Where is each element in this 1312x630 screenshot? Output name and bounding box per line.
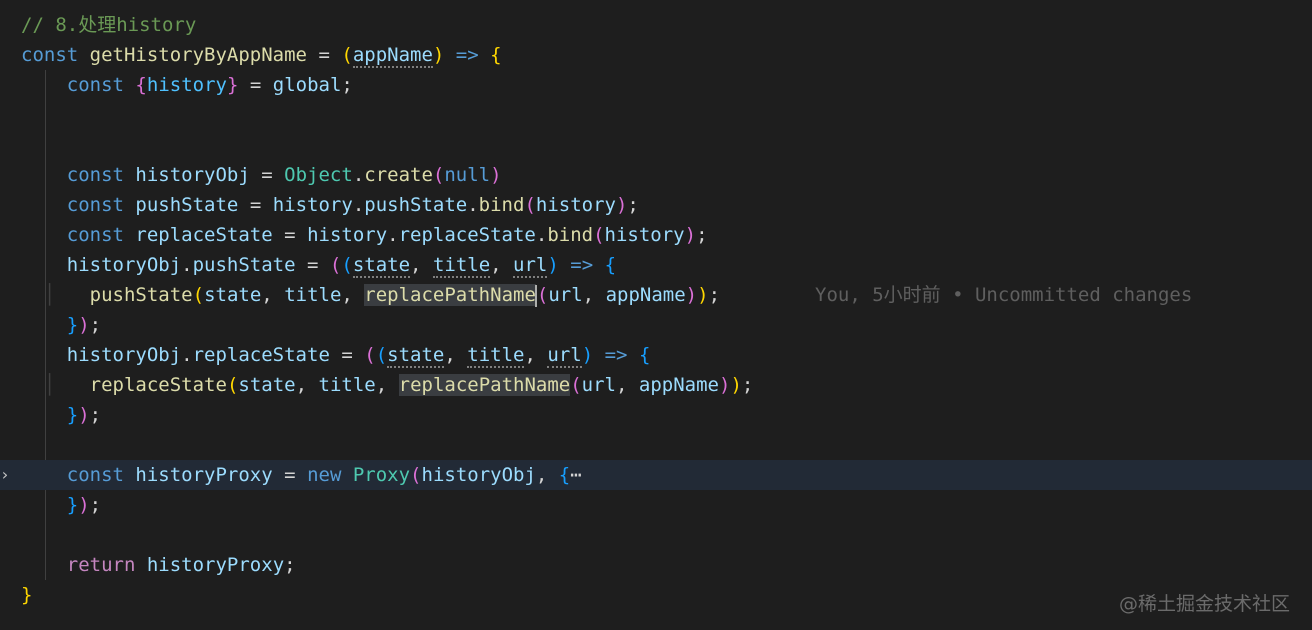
function-call-highlighted: replacePathName bbox=[364, 284, 536, 306]
code-line-11[interactable]: }); bbox=[0, 310, 1312, 340]
function-call: pushState bbox=[89, 284, 193, 306]
keyword: const bbox=[66, 74, 124, 96]
keyword: null bbox=[444, 164, 491, 186]
code-line-20[interactable]: } bbox=[0, 580, 1312, 610]
function-name: getHistoryByAppName bbox=[89, 44, 307, 66]
class-name: Object bbox=[284, 164, 353, 186]
code-line-12[interactable]: historyObj.replaceState = ((state, title… bbox=[0, 340, 1312, 370]
variable: appName bbox=[605, 284, 686, 306]
variable: state bbox=[204, 284, 262, 306]
property: replaceState bbox=[192, 344, 330, 366]
code-line-1[interactable]: // 8.处理history bbox=[0, 10, 1312, 40]
variable: state bbox=[238, 374, 296, 396]
param: appName bbox=[352, 44, 433, 68]
code-line-10[interactable]: │ pushState(state, title, replacePathNam… bbox=[0, 280, 1312, 310]
param: url bbox=[547, 344, 582, 368]
variable: historyObj bbox=[66, 344, 182, 366]
method: bind bbox=[478, 194, 525, 216]
variable: title bbox=[318, 374, 376, 396]
variable: global bbox=[272, 74, 342, 96]
variable: historyProxy bbox=[146, 554, 285, 576]
code-line-19[interactable]: return historyProxy; bbox=[0, 550, 1312, 580]
param: title bbox=[467, 344, 525, 368]
variable: history bbox=[604, 224, 685, 246]
code-line-14[interactable]: }); bbox=[0, 400, 1312, 430]
variable: historyProxy bbox=[135, 464, 273, 486]
class-name: Proxy bbox=[352, 464, 411, 486]
variable: url bbox=[581, 374, 616, 396]
variable: history bbox=[146, 74, 227, 96]
code-line-17[interactable]: }); bbox=[0, 490, 1312, 520]
code-editor[interactable]: // 8.处理history const getHistoryByAppName… bbox=[0, 0, 1312, 630]
property: pushState bbox=[192, 254, 296, 276]
method: create bbox=[364, 164, 433, 186]
param: title bbox=[432, 254, 491, 278]
code-line-3[interactable]: const {history} = global; bbox=[0, 70, 1312, 100]
param: url bbox=[513, 254, 548, 278]
keyword: new bbox=[307, 464, 342, 486]
keyword: const bbox=[21, 44, 79, 66]
variable: history bbox=[535, 194, 616, 216]
code-line-16[interactable]: › const historyProxy = new Proxy(history… bbox=[0, 460, 1312, 490]
variable: historyObj bbox=[66, 254, 182, 276]
variable: replaceState bbox=[135, 224, 273, 246]
git-blame-annotation: You, 5小时前 • Uncommitted changes bbox=[815, 284, 1193, 306]
keyword: const bbox=[66, 464, 124, 486]
keyword: const bbox=[66, 224, 124, 246]
keyword: const bbox=[66, 194, 124, 216]
keyword: const bbox=[66, 164, 124, 186]
code-line-2[interactable]: const getHistoryByAppName = (appName) =>… bbox=[0, 40, 1312, 70]
variable: history bbox=[307, 224, 388, 246]
watermark: @稀土掘金技术社区 bbox=[1118, 593, 1290, 615]
variable: pushState bbox=[135, 194, 239, 216]
code-line-13[interactable]: │ replaceState(state, title, replacePath… bbox=[0, 370, 1312, 400]
collapsed-code-marker[interactable]: ⋯ bbox=[570, 464, 581, 486]
variable: historyObj bbox=[135, 164, 250, 186]
variable: history bbox=[272, 194, 353, 216]
variable: title bbox=[284, 284, 342, 306]
variable: historyObj bbox=[421, 464, 536, 486]
param: state bbox=[387, 344, 445, 368]
property: pushState bbox=[364, 194, 468, 216]
code-line-8[interactable]: const replaceState = history.replaceStat… bbox=[0, 220, 1312, 250]
param: state bbox=[352, 254, 411, 278]
property: replaceState bbox=[398, 224, 536, 246]
chevron-right-icon[interactable]: › bbox=[0, 460, 12, 490]
function-call: replaceState bbox=[89, 374, 227, 396]
keyword: return bbox=[66, 554, 136, 576]
variable: appName bbox=[638, 374, 719, 396]
variable: url bbox=[548, 284, 583, 306]
code-line-7[interactable]: const pushState = history.pushState.bind… bbox=[0, 190, 1312, 220]
code-line-9[interactable]: historyObj.pushState = ((state, title, u… bbox=[0, 250, 1312, 280]
code-line-6[interactable]: const historyObj = Object.create(null) bbox=[0, 160, 1312, 190]
method: bind bbox=[547, 224, 594, 246]
function-call-highlighted: replacePathName bbox=[398, 374, 571, 396]
comment: // 8.处理history bbox=[21, 14, 197, 36]
